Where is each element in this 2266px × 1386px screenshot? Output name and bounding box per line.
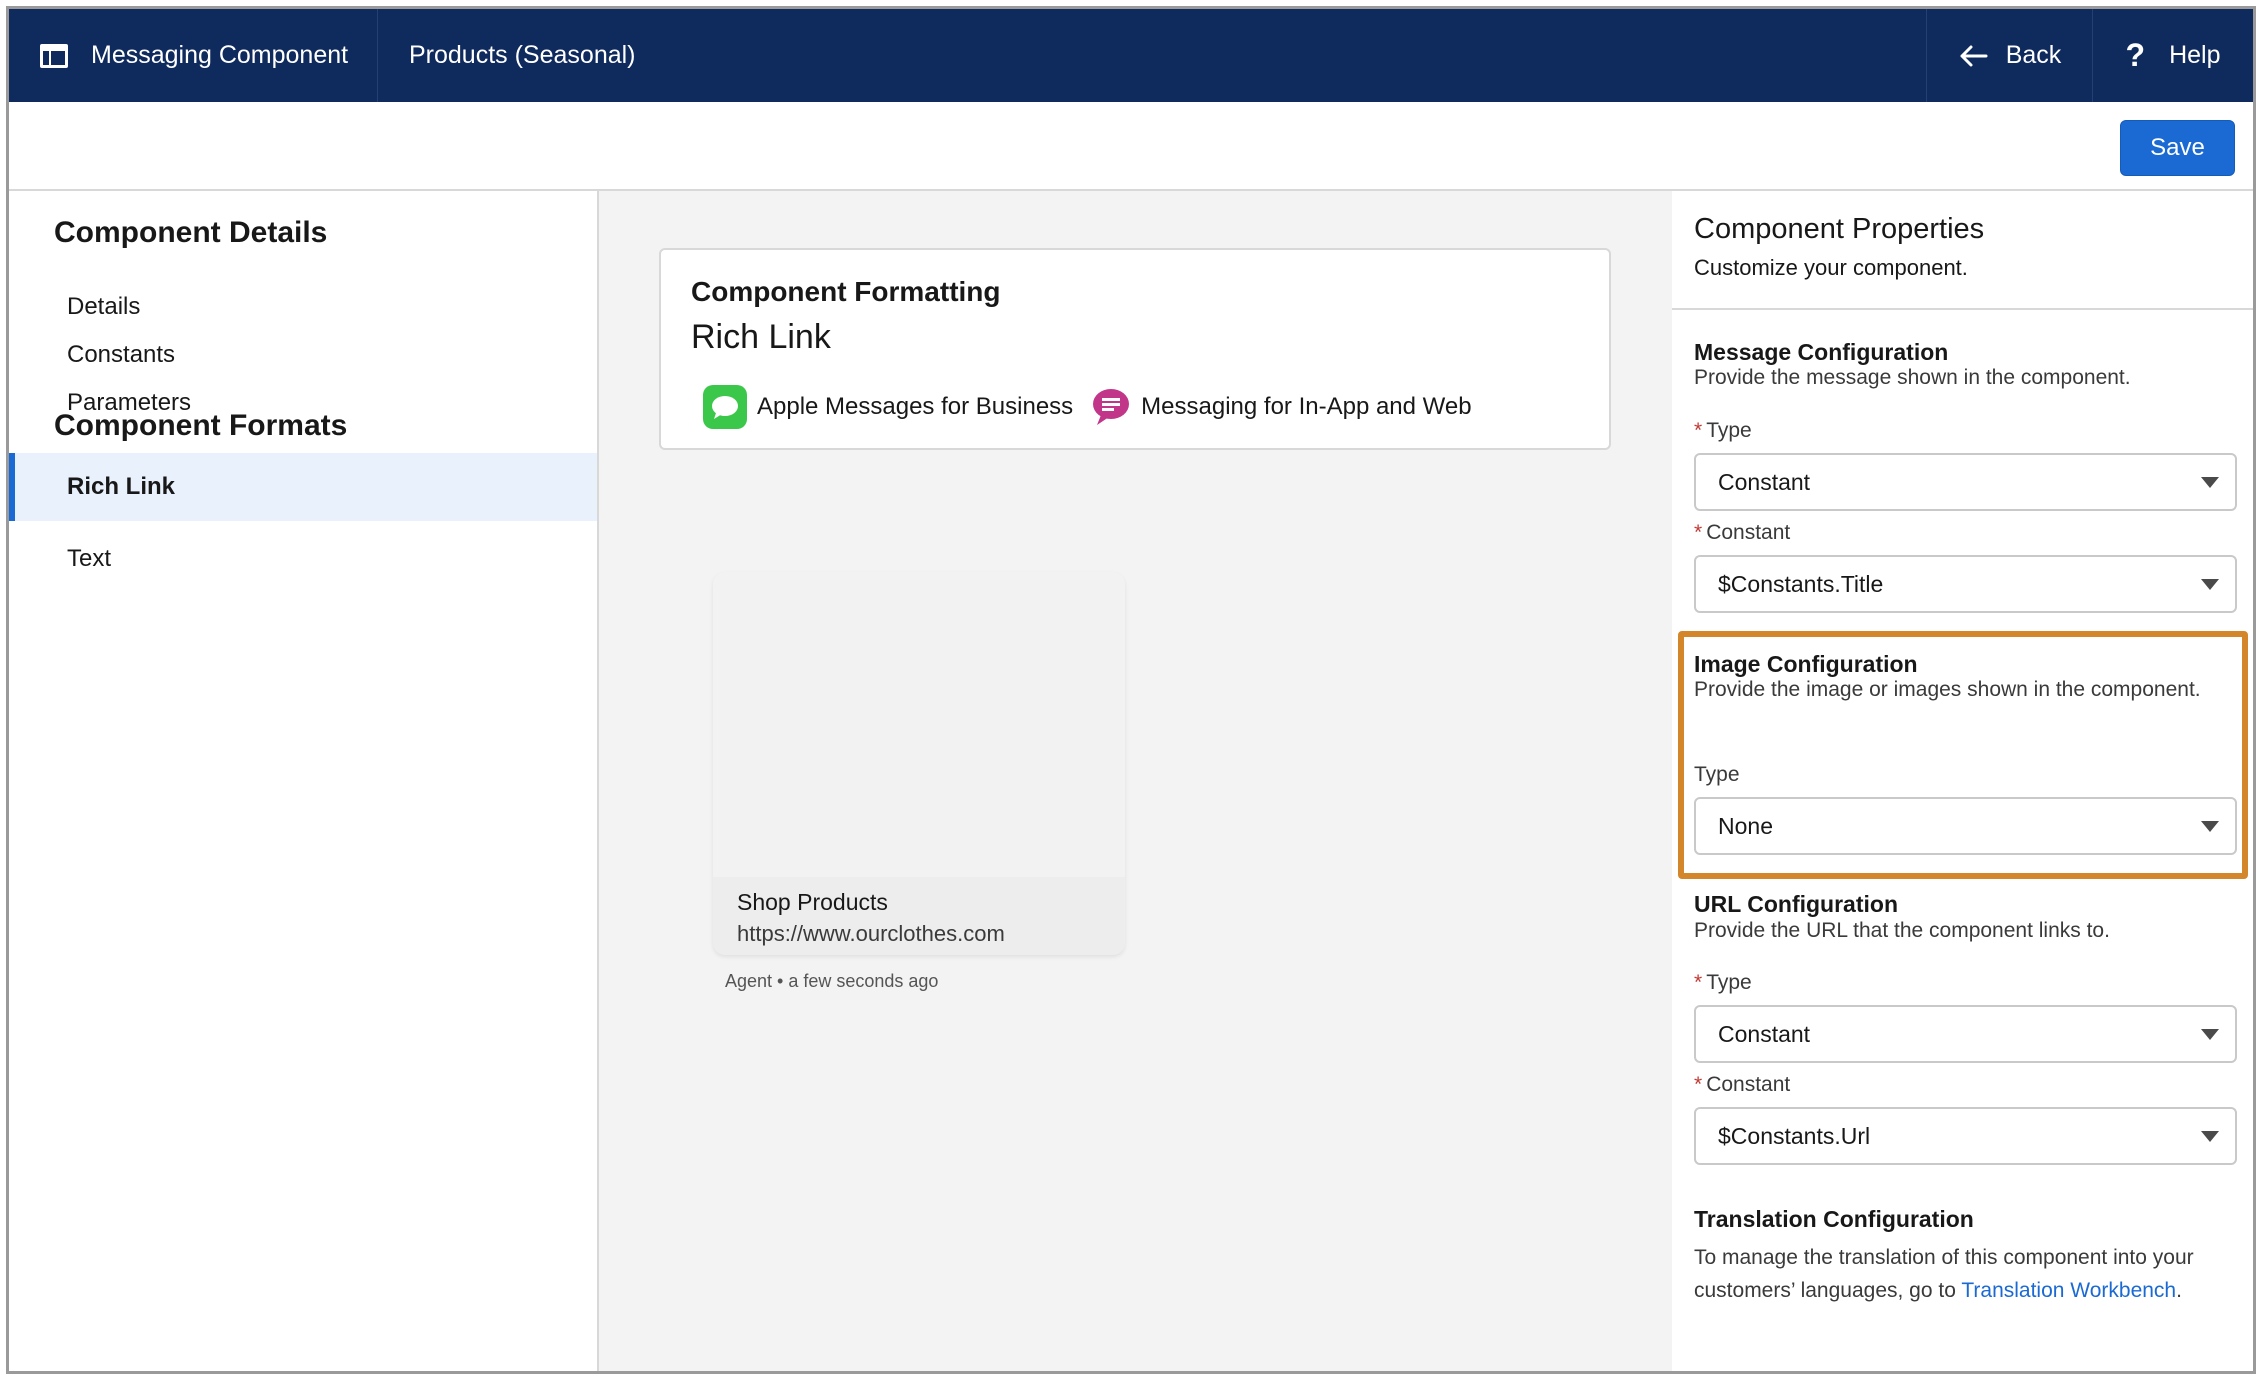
- image-type-select[interactable]: None: [1694, 797, 2237, 855]
- message-meta: Agent • a few seconds ago: [725, 971, 939, 991]
- back-label: Back: [2005, 41, 2062, 69]
- rich-link-preview[interactable]: Shop Products https://www.ourclothes.com: [713, 572, 1125, 955]
- component-icon: [40, 43, 68, 68]
- channel-in-app: Messaging for In-App and Web: [1141, 393, 1472, 420]
- translation-workbench-link[interactable]: Translation Workbench: [1961, 1279, 2176, 1302]
- image-config-desc: Provide the image or images shown in the…: [1694, 678, 2201, 701]
- url-constant-value: $Constants.Url: [1718, 1122, 1871, 1149]
- message-type-select[interactable]: Constant: [1694, 453, 2237, 511]
- chevron-down-icon: [2201, 477, 2219, 488]
- message-type-label: * Type: [1694, 419, 1752, 442]
- url-config-desc: Provide the URL that the component links…: [1694, 919, 2110, 942]
- toolbar: Save: [9, 102, 2253, 191]
- chevron-down-icon: [2201, 821, 2219, 832]
- url-type-select[interactable]: Constant: [1694, 1005, 2237, 1063]
- sidebar-item-rich-link[interactable]: Rich Link: [9, 453, 597, 521]
- help-button[interactable]: ? Help: [2092, 9, 2253, 102]
- message-config-desc: Provide the message shown in the compone…: [1694, 366, 2131, 389]
- chevron-down-icon: [2201, 1131, 2219, 1142]
- app-title: Messaging Component: [91, 41, 349, 69]
- sidebar-item-text[interactable]: Text: [9, 525, 597, 593]
- help-label: Help: [2169, 41, 2221, 69]
- page-title: Products (Seasonal): [409, 41, 636, 69]
- question-icon: ?: [2125, 37, 2146, 73]
- message-constant-label: * Constant: [1694, 521, 1791, 544]
- translation-config-desc: To manage the translation of this compon…: [1694, 1246, 2194, 1302]
- link-title: Shop Products: [737, 889, 888, 915]
- save-button[interactable]: Save: [2120, 120, 2235, 176]
- preview-canvas: Component Formatting Rich Link Apple Mes…: [599, 191, 1672, 1371]
- properties-panel: Component Properties Customize your comp…: [1672, 191, 2253, 1371]
- image-type-label: Type: [1694, 763, 1740, 786]
- sidebar: Component Details Details Constants Para…: [9, 191, 599, 1371]
- message-constant-value: $Constants.Title: [1718, 570, 1884, 597]
- message-config-title: Message Configuration: [1694, 339, 1949, 365]
- message-constant-select[interactable]: $Constants.Title: [1694, 555, 2237, 613]
- component-details-heading: Component Details: [54, 216, 328, 249]
- chevron-down-icon: [2201, 579, 2219, 590]
- app-window: Messaging Component Products (Seasonal) …: [6, 6, 2256, 1374]
- back-button[interactable]: Back: [1926, 9, 2092, 102]
- global-header: Messaging Component Products (Seasonal) …: [9, 9, 2253, 102]
- formatting-card: Component Formatting Rich Link Apple Mes…: [659, 248, 1611, 450]
- app-launcher[interactable]: Messaging Component: [9, 9, 378, 102]
- link-url: https://www.ourclothes.com: [737, 921, 1005, 946]
- properties-header: Component Properties Customize your comp…: [1672, 191, 2253, 310]
- properties-title: Component Properties: [1694, 213, 1985, 245]
- component-formats-heading: Component Formats: [54, 409, 348, 442]
- channel-apple: Apple Messages for Business: [757, 393, 1074, 420]
- link-image-placeholder: [713, 572, 1125, 877]
- arrow-left-icon: [1960, 45, 1988, 66]
- card-title: Component Formatting: [691, 276, 1001, 307]
- apple-messages-icon: [703, 385, 747, 429]
- channel-list: Apple Messages for Business Messaging fo…: [703, 385, 1472, 429]
- image-type-value: None: [1718, 812, 1773, 839]
- image-config-title: Image Configuration: [1694, 651, 1918, 677]
- url-type-label: * Type: [1694, 971, 1752, 994]
- url-config-title: URL Configuration: [1694, 891, 1898, 917]
- url-type-value: Constant: [1718, 1020, 1811, 1047]
- chevron-down-icon: [2201, 1029, 2219, 1040]
- card-subtitle: Rich Link: [691, 318, 831, 356]
- url-constant-label: * Constant: [1694, 1073, 1791, 1096]
- properties-subtitle: Customize your component.: [1694, 255, 1968, 280]
- message-type-value: Constant: [1718, 468, 1811, 495]
- in-app-messaging-icon: [1093, 389, 1130, 425]
- page-tab[interactable]: Products (Seasonal): [378, 9, 1926, 102]
- translation-config-title: Translation Configuration: [1694, 1206, 1974, 1232]
- url-constant-select[interactable]: $Constants.Url: [1694, 1107, 2237, 1165]
